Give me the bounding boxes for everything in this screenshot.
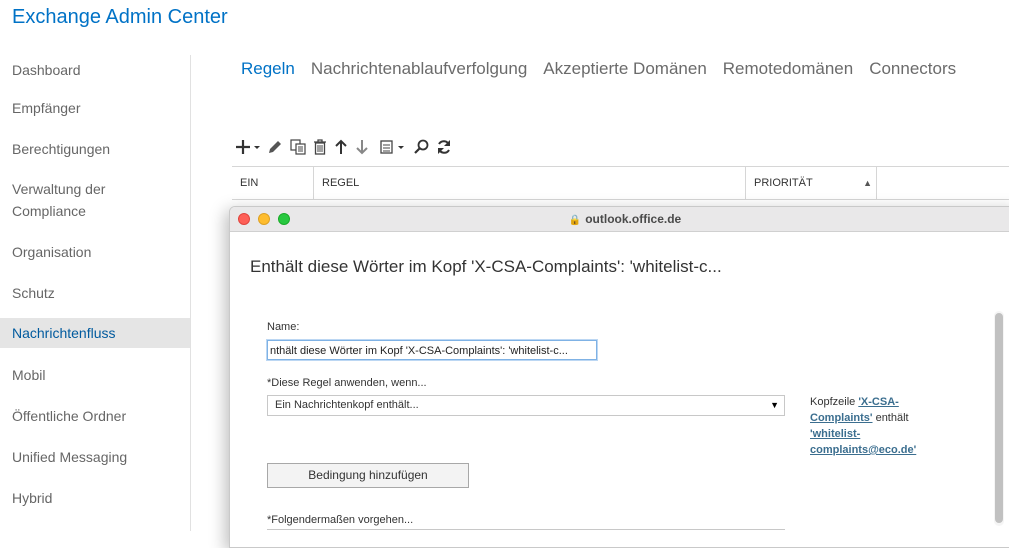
- sidebar-item-mailflow[interactable]: Nachrichtenfluss: [0, 318, 190, 348]
- sidebar: Dashboard Empfänger Berechtigungen Verwa…: [0, 53, 190, 518]
- browser-popup-window: 🔒 outlook.office.de Enthält diese Wörter …: [229, 206, 1009, 548]
- dialog-scrollbar[interactable]: [994, 311, 1004, 526]
- rules-table-header: EIN REGEL PRIORITÄT ▲: [232, 166, 1009, 200]
- sidebar-item-hybrid[interactable]: Hybrid: [0, 477, 190, 518]
- rule-dialog-title: Enthält diese Wörter im Kopf 'X-CSA-Comp…: [250, 257, 722, 276]
- rule-name-input[interactable]: nthält diese Wörter im Kopf 'X-CSA-Compl…: [267, 340, 597, 360]
- refresh-icon[interactable]: [436, 136, 452, 158]
- scrollbar-thumb[interactable]: [995, 313, 1003, 523]
- tab-rules[interactable]: Regeln: [241, 58, 295, 80]
- condition-select[interactable]: Ein Nachrichtenkopf enthält... ▼: [267, 395, 785, 416]
- sidebar-item-permissions[interactable]: Berechtigungen: [0, 128, 190, 169]
- popup-url: 🔒 outlook.office.de: [230, 207, 1009, 233]
- condition-desc-middle: enthält: [872, 412, 909, 424]
- sort-ascending-icon: ▲: [863, 178, 872, 188]
- move-up-icon[interactable]: [334, 136, 348, 158]
- tab-message-trace[interactable]: Nachrichtenablaufverfolgung: [311, 58, 527, 80]
- popup-title-bar: 🔒 outlook.office.de: [230, 207, 1009, 232]
- tab-connectors[interactable]: Connectors: [869, 58, 956, 80]
- copy-icon[interactable]: [290, 136, 306, 158]
- add-condition-button[interactable]: Bedingung hinzufügen: [267, 463, 469, 488]
- report-icon[interactable]: [380, 136, 406, 158]
- toolbar: [236, 136, 459, 158]
- move-down-icon[interactable]: [355, 136, 369, 158]
- search-icon[interactable]: [413, 136, 429, 158]
- sidebar-item-compliance[interactable]: Verwaltung der Compliance: [0, 169, 108, 231]
- sidebar-item-dashboard[interactable]: Dashboard: [0, 53, 190, 87]
- chevron-down-icon: ▼: [770, 400, 779, 410]
- header-value-link[interactable]: 'whitelist-complaints@eco.de': [810, 428, 916, 456]
- column-enabled[interactable]: EIN: [232, 167, 314, 199]
- column-rule[interactable]: REGEL: [314, 167, 746, 199]
- sidebar-divider: [190, 55, 191, 531]
- lock-icon: 🔒: [568, 215, 582, 226]
- sidebar-item-protection[interactable]: Schutz: [0, 272, 190, 313]
- condition-desc-prefix: Kopfzeile: [810, 396, 859, 408]
- app-title: Exchange Admin Center: [12, 6, 228, 28]
- delete-icon[interactable]: [313, 136, 327, 158]
- sidebar-item-public-folders[interactable]: Öffentliche Ordner: [0, 395, 190, 436]
- tab-accepted-domains[interactable]: Akzeptierte Domänen: [543, 58, 706, 80]
- condition-label: *Diese Regel anwenden, wenn...: [267, 377, 427, 389]
- column-priority[interactable]: PRIORITÄT ▲: [746, 167, 877, 199]
- action-select[interactable]: [267, 529, 785, 547]
- tab-bar: Regeln Nachrichtenablaufverfolgung Akzep…: [241, 58, 972, 80]
- edit-icon[interactable]: [267, 136, 283, 158]
- sidebar-item-unified-messaging[interactable]: Unified Messaging: [0, 436, 190, 477]
- condition-description: Kopfzeile 'X-CSA-Complaints' enthält 'wh…: [810, 394, 960, 458]
- sidebar-item-mobile[interactable]: Mobil: [0, 354, 190, 395]
- sidebar-item-recipients[interactable]: Empfänger: [0, 87, 190, 128]
- condition-select-value: Ein Nachrichtenkopf enthält...: [275, 399, 419, 411]
- tab-remote-domains[interactable]: Remotedomänen: [723, 58, 853, 80]
- popup-url-text: outlook.office.de: [585, 212, 682, 226]
- action-label: *Folgendermaßen vorgehen...: [267, 514, 414, 526]
- name-label: Name:: [267, 321, 300, 333]
- add-icon[interactable]: [236, 136, 260, 158]
- sidebar-item-organization[interactable]: Organisation: [0, 231, 190, 272]
- column-priority-label: PRIORITÄT: [754, 177, 813, 189]
